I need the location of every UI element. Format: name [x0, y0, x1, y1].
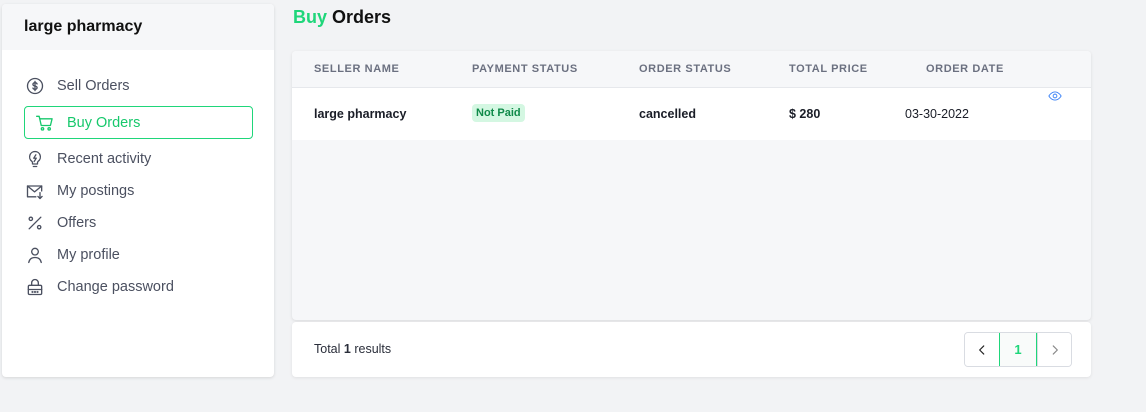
- table-footer: Total 1 results 1: [292, 322, 1091, 377]
- table-header: SELLER NAME PAYMENT STATUS ORDER STATUS …: [292, 51, 1091, 88]
- column-header-payment: PAYMENT STATUS: [472, 63, 578, 75]
- eye-icon[interactable]: [1048, 89, 1062, 103]
- order-status-cell: cancelled: [639, 107, 696, 121]
- sidebar-item-label: Change password: [57, 279, 174, 295]
- page-title-accent: Buy: [293, 7, 328, 27]
- pagination: 1: [964, 332, 1072, 367]
- column-header-seller: SELLER NAME: [314, 63, 400, 75]
- page-number-button[interactable]: 1: [999, 333, 1037, 366]
- table-row[interactable]: large pharmacy Not Paid cancelled $ 280 …: [292, 88, 1091, 140]
- sidebar-item-buy-orders[interactable]: Buy Orders: [24, 106, 253, 139]
- sidebar-item-recent-activity[interactable]: Recent activity: [24, 143, 253, 175]
- sidebar-item-label: My postings: [57, 183, 135, 199]
- sidebar: large pharmacy Sell Orders Buy Orders Re…: [2, 4, 274, 377]
- sidebar-item-sell-orders[interactable]: Sell Orders: [24, 70, 253, 102]
- lightbulb-icon: [25, 149, 45, 169]
- total-count: 1: [343, 342, 351, 356]
- payment-status-badge: Not Paid: [472, 104, 525, 122]
- sidebar-item-label: Buy Orders: [67, 114, 141, 131]
- sidebar-item-label: Recent activity: [57, 151, 152, 167]
- total-prefix: Total: [314, 342, 341, 356]
- user-icon: [25, 245, 45, 265]
- dollar-circle-icon: [25, 76, 45, 96]
- orders-table: SELLER NAME PAYMENT STATUS ORDER STATUS …: [292, 51, 1091, 320]
- total-price-cell: $ 280: [789, 107, 821, 121]
- previous-page-button[interactable]: [965, 333, 999, 366]
- total-suffix: results: [354, 342, 392, 356]
- sidebar-item-label: Sell Orders: [57, 78, 130, 94]
- order-date-cell: 03-30-2022: [905, 107, 969, 121]
- page-title-rest: Orders: [332, 7, 392, 27]
- mail-download-icon: [25, 181, 45, 201]
- sidebar-pharmacy-name: large pharmacy: [2, 4, 274, 50]
- seller-name-cell: large pharmacy: [314, 107, 407, 121]
- chevron-right-icon: [1052, 344, 1058, 355]
- cart-icon: [35, 113, 55, 133]
- sidebar-item-label: Offers: [57, 215, 97, 231]
- column-header-order-status: ORDER STATUS: [639, 63, 732, 75]
- chevron-left-icon: [979, 344, 985, 355]
- sidebar-item-label: My profile: [57, 247, 120, 263]
- sidebar-item-my-postings[interactable]: My postings: [24, 175, 253, 207]
- lock-icon: [25, 277, 45, 297]
- column-header-date: ORDER DATE: [926, 63, 1004, 75]
- sidebar-item-my-profile[interactable]: My profile: [24, 239, 253, 271]
- column-header-price: TOTAL PRICE: [789, 63, 868, 75]
- sidebar-item-change-password[interactable]: Change password: [24, 271, 253, 303]
- percent-icon: [25, 213, 45, 233]
- sidebar-nav: Sell Orders Buy Orders Recent activity M…: [2, 50, 274, 303]
- total-results: Total 1 results: [314, 342, 391, 356]
- sidebar-item-offers[interactable]: Offers: [24, 207, 253, 239]
- next-page-button[interactable]: [1037, 333, 1071, 366]
- page-title: Buy Orders: [293, 7, 391, 28]
